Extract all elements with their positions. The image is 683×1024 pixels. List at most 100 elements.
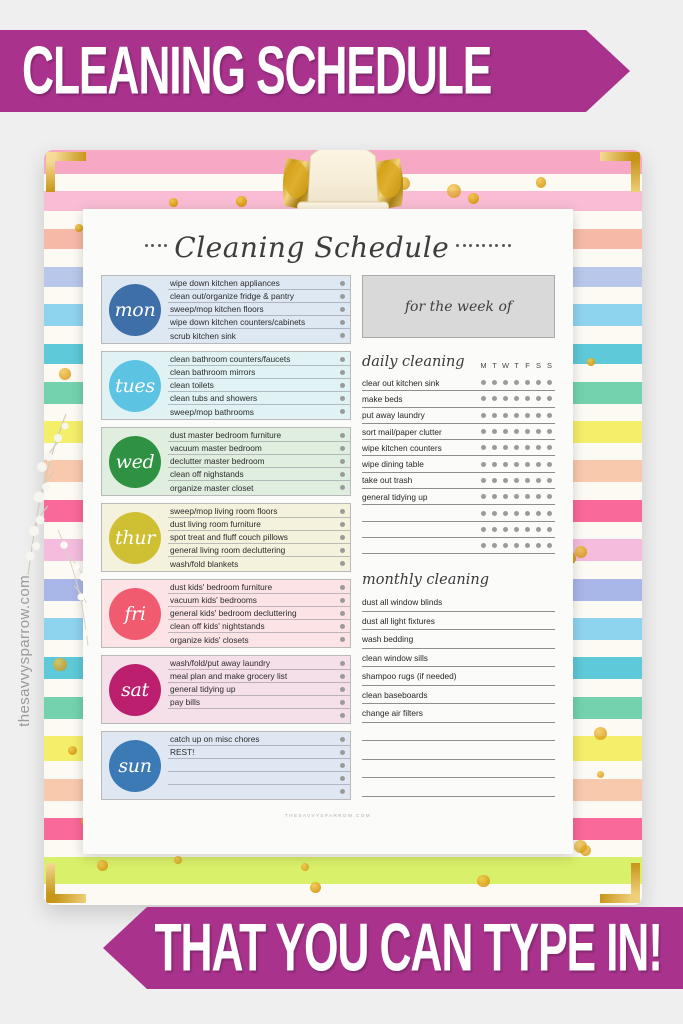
check-dot-5[interactable] [533,407,544,423]
task-row[interactable]: declutter master bedroom [168,455,350,468]
check-dot-1[interactable] [489,424,500,440]
check-dot-5[interactable] [533,489,544,505]
check-dot-4[interactable] [522,538,533,554]
task-checkbox-dot[interactable] [340,293,345,299]
daily-check-dots[interactable] [478,472,555,488]
monthly-task-row[interactable] [362,760,555,779]
task-row[interactable]: REST! [168,746,350,759]
daily-check-dots[interactable] [478,407,555,423]
check-dot-5[interactable] [533,440,544,456]
check-dot-3[interactable] [511,505,522,521]
check-dot-4[interactable] [522,521,533,537]
task-row[interactable]: clean bathroom mirrors [168,366,350,379]
task-checkbox-dot[interactable] [340,584,345,590]
check-dot-3[interactable] [511,375,522,391]
daily-check-dots[interactable] [478,489,555,505]
task-row[interactable]: meal plan and make grocery list [168,670,350,683]
daily-task-row[interactable] [362,522,555,538]
check-dot-6[interactable] [544,407,555,423]
check-dot-5[interactable] [533,456,544,472]
check-dot-4[interactable] [522,440,533,456]
check-dot-3[interactable] [511,472,522,488]
task-checkbox-dot[interactable] [340,762,345,768]
task-checkbox-dot[interactable] [340,471,345,477]
monthly-task-row[interactable] [362,741,555,760]
task-checkbox-dot[interactable] [340,534,345,540]
daily-check-dots[interactable] [478,521,555,537]
check-dot-3[interactable] [511,440,522,456]
check-dot-3[interactable] [511,538,522,554]
check-dot-0[interactable] [478,375,489,391]
task-row[interactable]: pay bills [168,696,350,709]
check-dot-3[interactable] [511,424,522,440]
check-dot-6[interactable] [544,505,555,521]
task-row[interactable] [168,772,350,785]
task-checkbox-dot[interactable] [340,699,345,705]
task-checkbox-dot[interactable] [340,369,345,375]
task-row[interactable]: wipe down kitchen counters/cabinets [168,316,350,329]
check-dot-1[interactable] [489,440,500,456]
daily-check-dots[interactable] [478,456,555,472]
task-row[interactable]: clean tubs and showers [168,392,350,405]
check-dot-4[interactable] [522,391,533,407]
task-row[interactable]: catch up on misc chores [168,733,350,746]
task-checkbox-dot[interactable] [340,660,345,666]
task-checkbox-dot[interactable] [340,561,345,566]
task-row[interactable]: sweep/mop bathrooms [168,405,350,418]
check-dot-1[interactable] [489,489,500,505]
check-dot-0[interactable] [478,440,489,456]
monthly-task-row[interactable]: shampoo rugs (if needed) [362,667,555,686]
monthly-task-row[interactable]: dust all window blinds [362,593,555,612]
check-dot-6[interactable] [544,456,555,472]
task-checkbox-dot[interactable] [340,789,345,794]
task-row[interactable]: wash/fold blankets [168,557,350,570]
daily-check-dots[interactable] [478,424,555,440]
check-dot-5[interactable] [533,505,544,521]
check-dot-1[interactable] [489,505,500,521]
daily-task-row[interactable]: make beds [362,391,555,408]
check-dot-6[interactable] [544,424,555,440]
task-row[interactable] [168,785,350,798]
task-row[interactable]: spot treat and fluff couch pillows [168,531,350,544]
task-checkbox-dot[interactable] [340,356,345,362]
task-checkbox-dot[interactable] [340,458,345,464]
task-row[interactable]: scrub kitchen sink [168,329,350,342]
check-dot-3[interactable] [511,521,522,537]
check-dot-2[interactable] [500,440,511,456]
check-dot-0[interactable] [478,424,489,440]
task-checkbox-dot[interactable] [340,485,345,490]
task-checkbox-dot[interactable] [340,306,345,312]
task-checkbox-dot[interactable] [340,521,345,527]
check-dot-0[interactable] [478,456,489,472]
daily-check-dots[interactable] [478,538,555,554]
check-dot-6[interactable] [544,391,555,407]
monthly-task-row[interactable]: clean window sills [362,649,555,668]
check-dot-2[interactable] [500,538,511,554]
task-row[interactable]: dust kids' bedroom furniture [168,581,350,594]
task-checkbox-dot[interactable] [340,775,345,781]
task-row[interactable]: sweep/mop kitchen floors [168,303,350,316]
task-checkbox-dot[interactable] [340,409,345,414]
check-dot-1[interactable] [489,375,500,391]
task-row[interactable]: vacuum master bedroom [168,442,350,455]
check-dot-6[interactable] [544,472,555,488]
check-dot-2[interactable] [500,391,511,407]
check-dot-0[interactable] [478,538,489,554]
check-dot-5[interactable] [533,424,544,440]
check-dot-4[interactable] [522,407,533,423]
check-dot-2[interactable] [500,521,511,537]
task-checkbox-dot[interactable] [340,432,345,438]
task-row[interactable]: organize master closet [168,481,350,494]
check-dot-4[interactable] [522,424,533,440]
check-dot-6[interactable] [544,375,555,391]
daily-check-dots[interactable] [478,505,555,521]
check-dot-0[interactable] [478,391,489,407]
check-dot-3[interactable] [511,391,522,407]
task-row[interactable]: clean off kids' nightstands [168,620,350,633]
check-dot-3[interactable] [511,407,522,423]
check-dot-3[interactable] [511,489,522,505]
task-checkbox-dot[interactable] [340,673,345,679]
daily-task-row[interactable]: sort mail/paper clutter [362,424,555,441]
task-checkbox-dot[interactable] [340,547,345,553]
task-checkbox-dot[interactable] [340,623,345,629]
